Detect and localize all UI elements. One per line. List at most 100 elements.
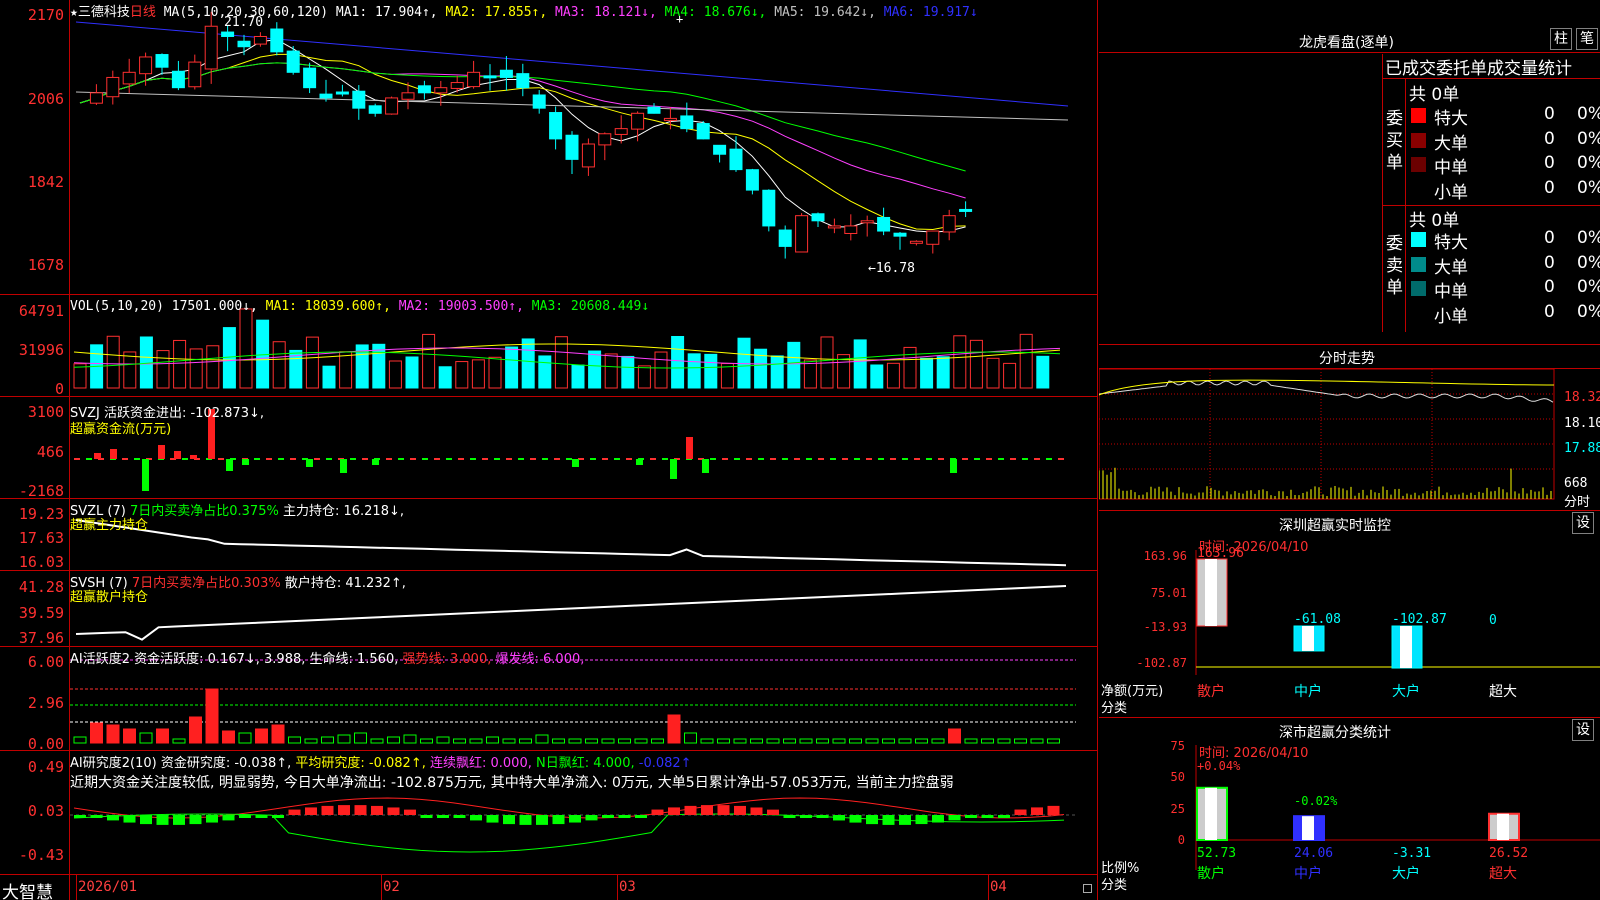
research-bar — [833, 815, 845, 821]
ai-active-ytick: 2.96 — [27, 694, 64, 712]
research-bar — [189, 815, 202, 825]
candle-body — [860, 220, 874, 224]
svsh-ytick: 41.28 — [18, 578, 64, 596]
activity-bar — [997, 738, 1011, 744]
crosshair-icon: + — [676, 12, 684, 26]
tick-view-button[interactable]: 笔 — [1576, 28, 1598, 50]
divider — [1099, 52, 1600, 53]
sz-monitor-ytick: -102.87 — [1136, 656, 1187, 670]
order-pct: 0% — [1577, 228, 1600, 248]
period-label[interactable]: 日线 — [130, 5, 156, 20]
star-icon[interactable]: ★ — [70, 5, 78, 20]
sz-class-xlabel: 分类 — [1101, 878, 1128, 893]
activity-bar — [420, 738, 433, 744]
activity-bar — [964, 738, 978, 744]
candle-body — [909, 240, 923, 244]
intraday-chart[interactable] — [1099, 368, 1600, 509]
research-bar — [404, 809, 416, 815]
research-bar — [800, 815, 812, 818]
vol-ytick: 31996 — [18, 341, 64, 359]
ma2-value: MA2: 17.855↑, — [445, 5, 548, 20]
legend-swatch — [1411, 108, 1426, 123]
activity-bar — [552, 738, 565, 744]
research-bar — [602, 815, 614, 818]
volume-bar — [704, 353, 718, 389]
candle-body — [598, 133, 612, 146]
legend-swatch — [1411, 157, 1426, 172]
activity-bar — [601, 738, 615, 744]
candle-body — [680, 115, 694, 130]
ai-active-strong: 强势线: 3.000, — [402, 652, 492, 667]
svzl-hold: 主力持仓: 16.218↓, — [282, 504, 404, 519]
research-bar — [965, 815, 977, 818]
ratio-value: 26.52 — [1489, 846, 1528, 861]
research-bar — [635, 815, 647, 818]
candle-body — [663, 117, 677, 121]
activity-bar — [766, 738, 780, 744]
vol-ma2: MA2: 19003.500↑, — [398, 299, 524, 314]
x-tick — [988, 874, 989, 900]
legend-swatch — [1411, 256, 1426, 272]
volume-bar — [604, 353, 618, 389]
lhb-tabs[interactable]: 已成交委托单成交量统计 — [1385, 54, 1572, 79]
divider — [0, 750, 1098, 751]
ai-active-ytick: 0.00 — [27, 735, 64, 753]
activity-bar — [205, 688, 219, 744]
volume-bar — [405, 356, 419, 389]
volume-bar — [471, 359, 485, 389]
research-bar — [453, 815, 466, 818]
lock-icon[interactable] — [1083, 884, 1092, 893]
research-bar — [519, 815, 532, 825]
x-tick — [76, 874, 77, 900]
main-chart-area[interactable]: ★三德科技日线 MA(5,10,20,30,60,120) MA1: 17.90… — [0, 0, 1098, 900]
research-bar — [156, 815, 169, 825]
change-label: +0.04% — [1197, 759, 1241, 773]
ma3-value: MA3: 18.121↓, — [555, 5, 657, 20]
candle-body — [385, 97, 399, 115]
net-value: 163.96 — [1197, 546, 1244, 561]
high-price-label: 21.70 — [224, 15, 264, 30]
research-bar — [90, 815, 103, 818]
activity-bar — [139, 732, 153, 744]
divider — [1382, 78, 1600, 79]
research-bar — [222, 815, 235, 821]
volume-bar — [505, 346, 519, 389]
activity-bar — [585, 738, 598, 744]
activity-bar — [849, 738, 862, 744]
ratio-value: -3.31 — [1392, 846, 1431, 861]
research-bar — [816, 815, 829, 818]
chart-frame — [1099, 368, 1555, 500]
svsh-ytick: 39.59 — [18, 604, 64, 622]
column-view-button[interactable]: 柱 — [1550, 28, 1572, 50]
category-label: 中户 — [1294, 683, 1322, 700]
volume-bar — [106, 335, 120, 389]
activity-bar — [816, 738, 829, 744]
ratio-bar-highlight — [1205, 787, 1217, 840]
activity-bar — [1014, 738, 1027, 744]
divider — [1382, 54, 1383, 332]
sz-class-chart: 75 50 25 0 52.73 散户 24.06 中户 -3.31 大户 26.52 超大 +0.04… — [1171, 739, 1600, 882]
net-bar-highlight — [1205, 559, 1217, 626]
stock-name: 三德科技 — [77, 5, 130, 20]
research-bar — [437, 815, 449, 818]
category-label: 中户 — [1294, 865, 1322, 882]
order-pct: 0% — [1577, 153, 1600, 173]
research-bar — [486, 815, 499, 823]
flow-bar — [174, 451, 181, 459]
order-pct: 0% — [1577, 177, 1600, 198]
vol-ytick: 64791 — [18, 302, 64, 320]
vol-ma1: MA1: 18039.600↑, — [265, 299, 391, 314]
flow-bar — [142, 459, 149, 491]
price-ytick: 1842 — [27, 173, 64, 191]
fenshi-vol-unit: 分时 — [1564, 495, 1591, 510]
research-bar — [338, 805, 350, 815]
sz-monitor-ytick: -13.93 — [1144, 620, 1187, 634]
research-bar — [107, 815, 119, 821]
research-bar — [305, 807, 317, 815]
svzl-subtitle: 超赢主力持仓 — [70, 518, 149, 533]
ma1-value: MA1: 17.904↑, — [335, 5, 438, 20]
candle-body — [401, 92, 415, 100]
research-bar — [1047, 805, 1060, 815]
price-ytick: 2170 — [27, 6, 64, 24]
candle-body — [319, 93, 333, 99]
